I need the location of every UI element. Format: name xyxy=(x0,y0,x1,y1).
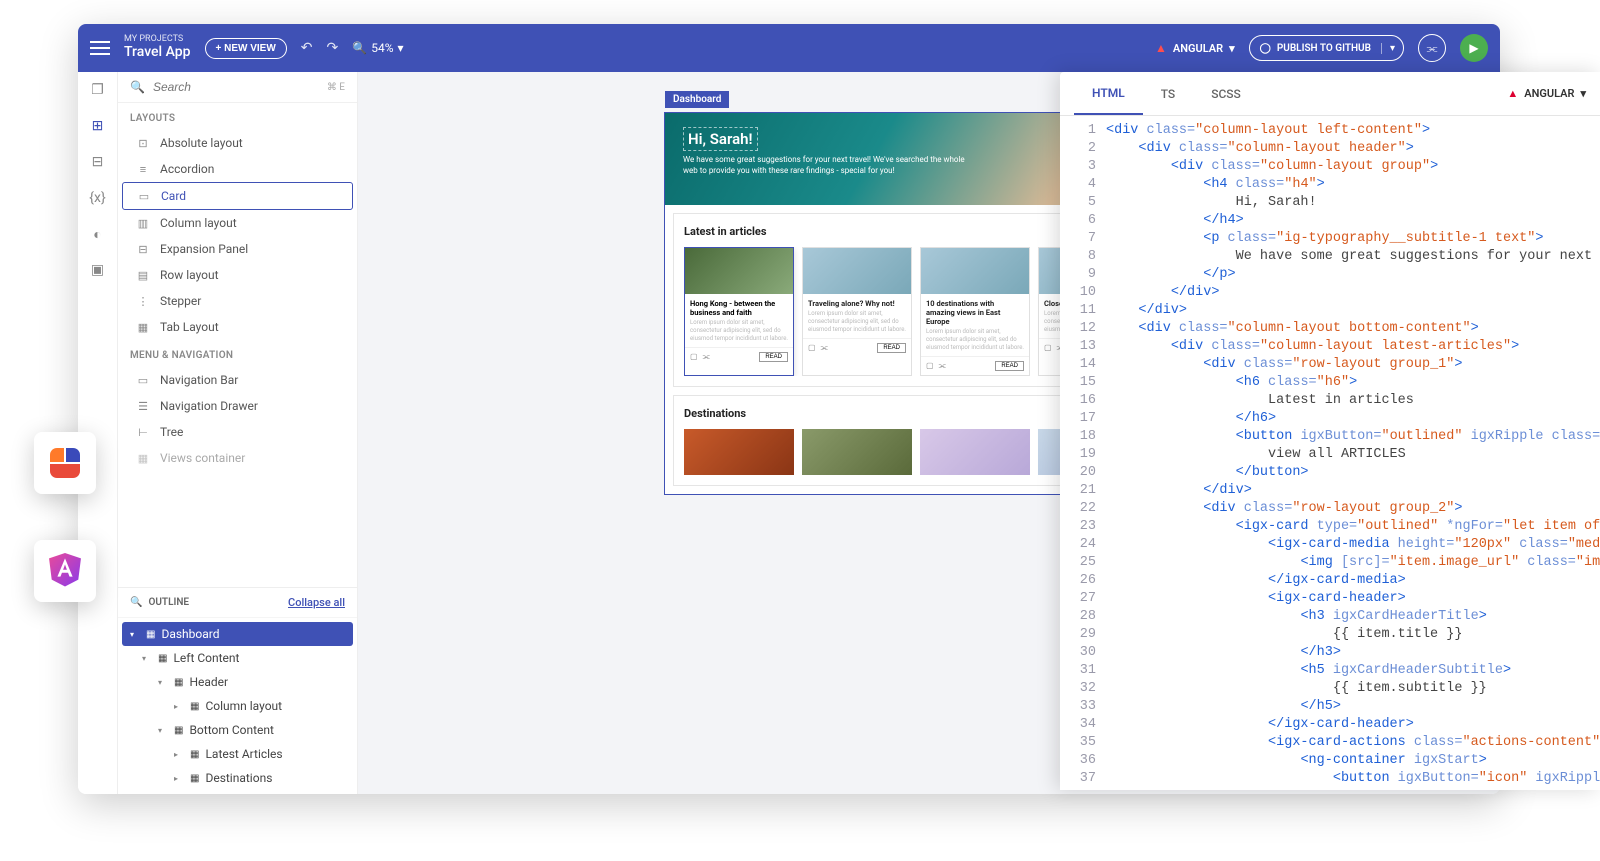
rail-variables-icon[interactable]: {x} xyxy=(88,188,108,208)
search-row: 🔍 ⌘ E xyxy=(118,72,357,103)
article-card[interactable]: 10 destinations with amazing views in Ea… xyxy=(920,247,1030,376)
chevron-down-icon: ▾ xyxy=(398,41,404,55)
rail-components-icon[interactable]: ⊞ xyxy=(88,116,108,136)
rail-assets-icon[interactable]: ▣ xyxy=(88,260,108,280)
project-name: Travel App xyxy=(124,45,191,60)
layout-item-expansion-panel[interactable]: ⊟Expansion Panel xyxy=(122,236,353,262)
appbuilder-icon xyxy=(48,446,82,480)
undo-icon[interactable]: ↶ xyxy=(301,40,313,56)
bookmark-icon[interactable]: ▢ xyxy=(808,343,816,353)
hero-text[interactable]: We have some great suggestions for your … xyxy=(683,155,973,177)
code-content: <div class="column-layout left-content">… xyxy=(1106,116,1600,790)
angular-icon xyxy=(46,550,84,592)
outline-tree: ▾▦Dashboard ▾▦Left Content ▾▦Header ▸▦Co… xyxy=(118,618,357,794)
destinations-title: Destinations xyxy=(684,407,746,420)
top-bar: MY PROJECTS Travel App + NEW VIEW ↶ ↷ 🔍 … xyxy=(78,24,1500,72)
zoom-value: 54% xyxy=(371,41,393,55)
tree-destinations[interactable]: ▸▦Destinations xyxy=(118,766,357,790)
play-icon: ▶ xyxy=(1469,41,1478,55)
redo-icon[interactable]: ↷ xyxy=(327,40,339,56)
rail-theme-icon[interactable]: ◐ xyxy=(88,224,108,244)
publish-github-button: ◯ PUBLISH TO GITHUB ▾ xyxy=(1249,35,1404,61)
nav-item-tree[interactable]: ⊢Tree xyxy=(122,419,353,445)
projects-label: MY PROJECTS xyxy=(124,35,191,45)
outline-icon: 🔍 xyxy=(130,597,142,608)
angular-logo-tile[interactable] xyxy=(34,540,96,602)
appbuilder-logo-tile[interactable] xyxy=(34,432,96,494)
bookmark-icon[interactable]: ▢ xyxy=(926,361,934,371)
collapse-all-link[interactable]: Collapse all xyxy=(288,596,345,609)
tree-column-layout[interactable]: ▸▦Column layout xyxy=(118,694,357,718)
read-button[interactable]: READ xyxy=(759,352,788,362)
search-icon: 🔍 xyxy=(130,80,145,94)
layout-item-stepper[interactable]: ⋮Stepper xyxy=(122,288,353,314)
layout-item-row-layout[interactable]: ▤Row layout xyxy=(122,262,353,288)
line-gutter: 1234567891011121314151617181920212223242… xyxy=(1060,116,1106,790)
github-icon: ◯ xyxy=(1260,43,1271,54)
tree-bottom-content[interactable]: ▾▦Bottom Content xyxy=(118,718,357,742)
framework-select[interactable]: ▲ ANGULAR ▾ xyxy=(1155,41,1235,55)
nav-item-navigation-drawer[interactable]: ☰Navigation Drawer xyxy=(122,393,353,419)
code-framework-select[interactable]: ▲ ANGULAR ▾ xyxy=(1507,87,1586,100)
article-card[interactable]: Traveling alone? Why not!Lorem ipsum dol… xyxy=(802,247,912,376)
tree-header[interactable]: ▾▦Header xyxy=(118,670,357,694)
outline-header: 🔍OUTLINE Collapse all xyxy=(118,587,357,618)
share-icon[interactable]: ⫘ xyxy=(939,361,946,371)
article-card[interactable]: Hong Kong - between the business and fai… xyxy=(684,247,794,376)
section-layouts: LAYOUTS xyxy=(118,103,357,130)
rail-data-icon[interactable]: ⊟ xyxy=(88,152,108,172)
angular-icon: ▲ xyxy=(1155,41,1167,55)
latest-title: Latest in articles xyxy=(684,225,766,238)
nav-item-views-container[interactable]: ▦Views container xyxy=(122,445,353,471)
share-icon: ⫘ xyxy=(1427,41,1438,56)
search-input[interactable] xyxy=(153,80,319,94)
code-panel: HTML TS SCSS ▲ ANGULAR ▾ 123456789101112… xyxy=(1060,72,1600,790)
layout-item-column-layout[interactable]: ▥Column layout xyxy=(122,210,353,236)
zoom-control[interactable]: 🔍 54% ▾ xyxy=(352,41,403,55)
frame-label: Dashboard xyxy=(665,91,729,108)
framework-label: ANGULAR xyxy=(1173,42,1223,55)
publish-label: PUBLISH TO GITHUB xyxy=(1277,43,1371,54)
share-icon[interactable]: ⫘ xyxy=(821,343,828,353)
code-tabs: HTML TS SCSS ▲ ANGULAR ▾ xyxy=(1060,72,1600,116)
destination-image[interactable] xyxy=(684,429,794,475)
share-button[interactable]: ⫘ xyxy=(1418,34,1446,62)
code-editor[interactable]: 1234567891011121314151617181920212223242… xyxy=(1060,116,1600,790)
chevron-down-icon: ▾ xyxy=(1580,87,1586,100)
section-menu-nav: MENU & NAVIGATION xyxy=(118,340,357,367)
side-panel: 🔍 ⌘ E LAYOUTS ⊡Absolute layout≡Accordion… xyxy=(118,72,358,794)
tree-left-content[interactable]: ▾▦Left Content xyxy=(118,646,357,670)
chevron-down-icon: ▾ xyxy=(1229,42,1235,55)
destination-image[interactable] xyxy=(802,429,912,475)
layout-item-accordion[interactable]: ≡Accordion xyxy=(122,156,353,182)
bookmark-icon[interactable]: ▢ xyxy=(690,352,698,362)
read-button[interactable]: READ xyxy=(995,361,1024,371)
bookmark-icon[interactable]: ▢ xyxy=(1044,343,1052,353)
tab-ts[interactable]: TS xyxy=(1143,72,1193,115)
new-view-button[interactable]: + NEW VIEW xyxy=(205,38,287,59)
tab-scss[interactable]: SCSS xyxy=(1193,72,1259,115)
layout-item-absolute-layout[interactable]: ⊡Absolute layout xyxy=(122,130,353,156)
project-info[interactable]: MY PROJECTS Travel App xyxy=(124,35,191,60)
menu-icon[interactable] xyxy=(90,41,110,55)
angular-icon: ▲ xyxy=(1507,87,1518,100)
tree-dashboard[interactable]: ▾▦Dashboard xyxy=(122,622,353,646)
layout-item-tab-layout[interactable]: ▦Tab Layout xyxy=(122,314,353,340)
tab-html[interactable]: HTML xyxy=(1074,72,1143,115)
zoom-icon: 🔍 xyxy=(352,41,367,55)
rail-views-icon[interactable]: ❐ xyxy=(88,80,108,100)
hero-title[interactable]: Hi, Sarah! xyxy=(683,127,758,151)
search-shortcut: ⌘ E xyxy=(327,82,345,93)
share-icon[interactable]: ⫘ xyxy=(703,352,710,362)
layout-item-card[interactable]: ▭Card xyxy=(122,182,353,210)
read-button[interactable]: READ xyxy=(877,343,906,353)
publish-dropdown[interactable]: ▾ xyxy=(1381,43,1403,54)
preview-button[interactable]: ▶ xyxy=(1460,34,1488,62)
tree-latest-articles[interactable]: ▸▦Latest Articles xyxy=(118,742,357,766)
nav-item-navigation-bar[interactable]: ▭Navigation Bar xyxy=(122,367,353,393)
destination-image[interactable] xyxy=(920,429,1030,475)
